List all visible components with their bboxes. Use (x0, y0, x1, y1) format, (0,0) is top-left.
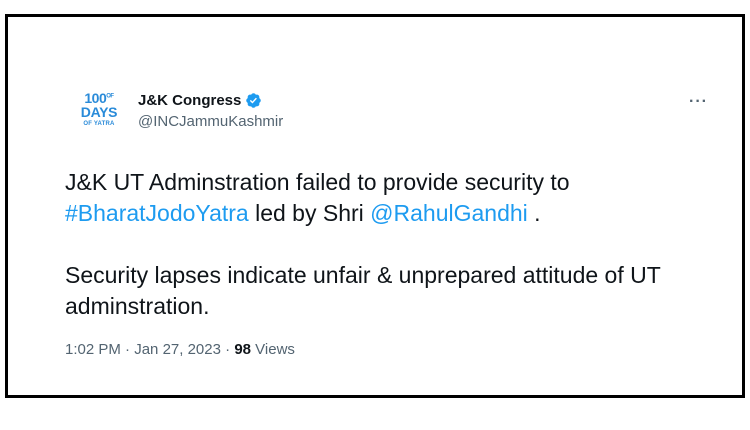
avatar-logo-line1: 100OF (84, 90, 114, 106)
display-name[interactable]: J&K Congress (138, 92, 241, 109)
tweet-text-segment: led by Shri (248, 200, 371, 226)
mention-link[interactable]: @RahulGandhi (370, 200, 528, 226)
tweet-text: J&K UT Adminstration failed to provide s… (65, 167, 715, 322)
verified-badge-icon (246, 92, 262, 108)
author-handle[interactable]: @INCJammuKashmir (138, 113, 283, 130)
screenshot-frame: 100OF DAYS OF YATRA J&K Congress @INCJam… (5, 14, 745, 398)
avatar-logo-line2: DAYS (80, 104, 118, 120)
hashtag-link[interactable]: #BharatJodoYatra (65, 200, 249, 226)
display-name-row: J&K Congress (138, 90, 283, 110)
tweet-text-segment: . (527, 200, 541, 226)
tweet-meta: 1:02 PM · Jan 27, 2023 · 98 Views (65, 341, 715, 358)
tweet-paragraph-1: J&K UT Adminstration failed to provide s… (65, 167, 715, 229)
views-label: Views (251, 341, 295, 358)
avatar-logo-line3: OF YATRA (83, 121, 115, 127)
tweet-paragraph-2: Security lapses indicate unfair & unprep… (65, 262, 661, 319)
tweet-timestamp[interactable]: 1:02 PM · Jan 27, 2023 (65, 341, 221, 358)
author-names: J&K Congress @INCJammuKashmir (138, 90, 283, 131)
more-options-icon[interactable]: ··· (689, 93, 708, 111)
tweet-card: 100OF DAYS OF YATRA J&K Congress @INCJam… (65, 87, 715, 358)
avatar[interactable]: 100OF DAYS OF YATRA (78, 89, 120, 141)
views-count: 98 (234, 341, 251, 358)
tweet-header: 100OF DAYS OF YATRA J&K Congress @INCJam… (65, 87, 715, 147)
tweet-text-segment: J&K UT Adminstration failed to provide s… (65, 169, 570, 195)
meta-separator: · (220, 341, 235, 358)
